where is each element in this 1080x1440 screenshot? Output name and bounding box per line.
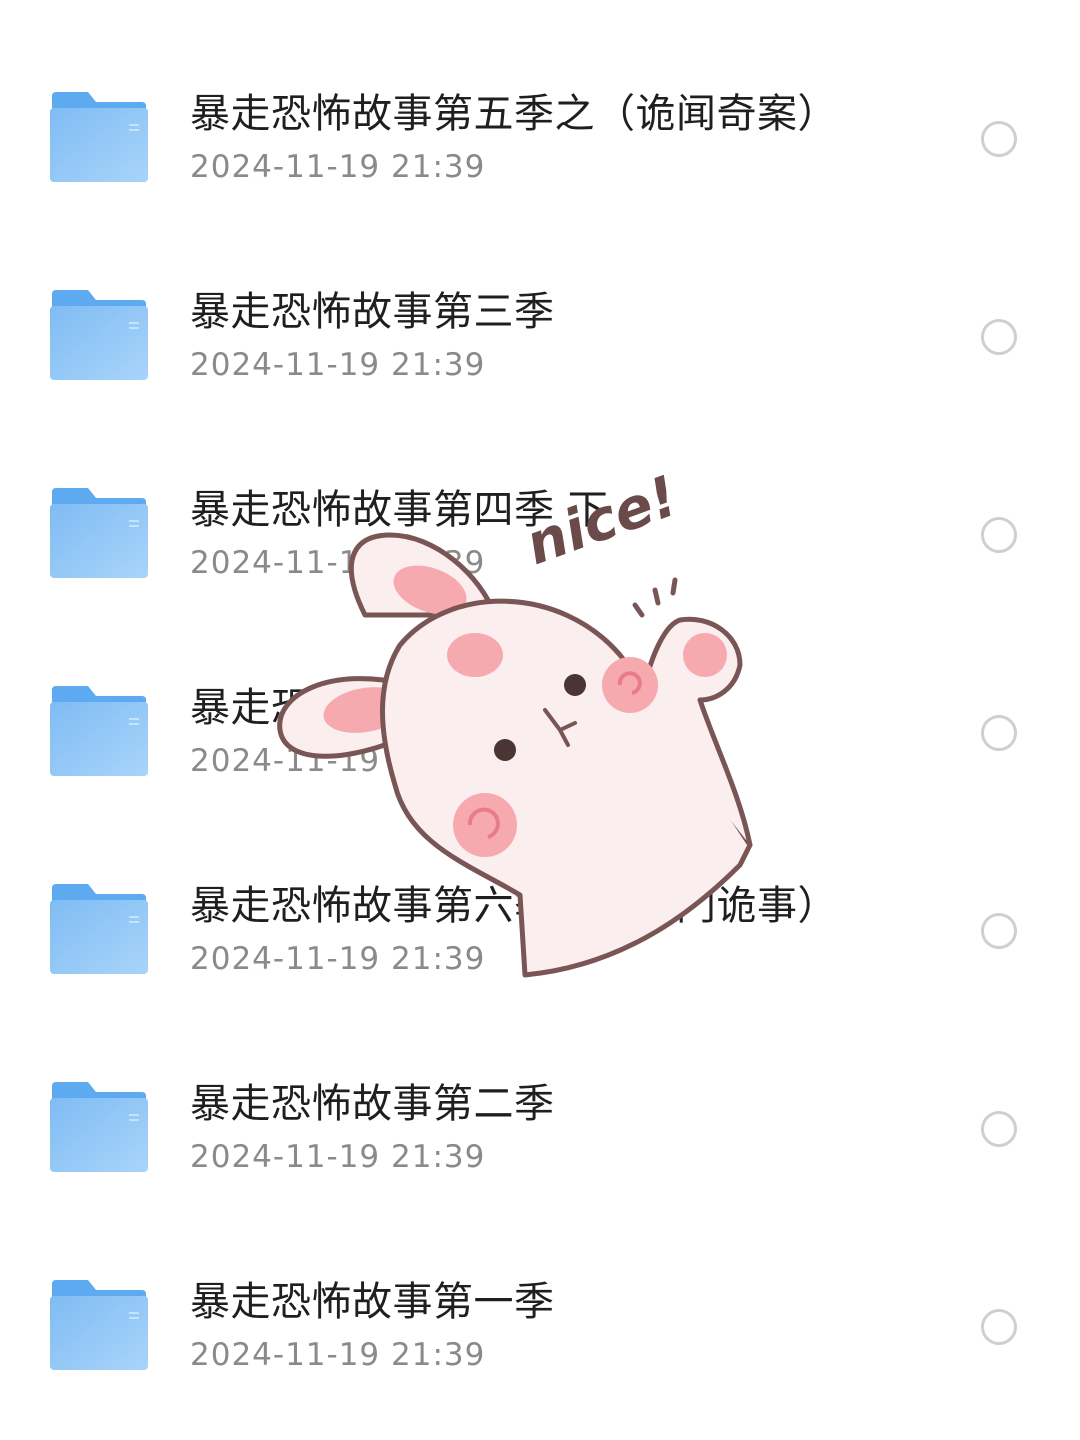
file-title: 暴走恐怖故事第五季之（诡闻奇案） xyxy=(190,91,838,137)
select-radio[interactable] xyxy=(981,1111,1017,1147)
folder-icon xyxy=(50,1082,148,1172)
folder-icon xyxy=(50,290,148,380)
folder-icon xyxy=(50,686,148,776)
list-item[interactable]: 暴走恐怖故事第五季之（诡闻奇案） 2024-11-19 21:39 xyxy=(0,40,1080,238)
list-item[interactable]: 暴走恐怖故事第三季 2024-11-19 21:39 xyxy=(0,238,1080,436)
file-date: 2024-11-19 21:39 xyxy=(190,1337,486,1373)
file-date: 2024-11-19 21:39 xyxy=(190,347,486,383)
file-title: 暴走恐怖故事第二季 xyxy=(190,1081,555,1127)
select-radio[interactable] xyxy=(981,913,1017,949)
file-date: 2024-11-19 21:39 xyxy=(190,1139,486,1175)
folder-icon xyxy=(50,1280,148,1370)
folder-icon xyxy=(50,488,148,578)
select-radio[interactable] xyxy=(981,121,1017,157)
select-radio[interactable] xyxy=(981,517,1017,553)
folder-icon xyxy=(50,92,148,182)
list-item[interactable]: 暴走恐怖故事第一季 2024-11-19 21:39 xyxy=(0,1228,1080,1426)
sticker-caption: nice! xyxy=(518,465,687,578)
select-radio[interactable] xyxy=(981,319,1017,355)
file-title: 暴走恐怖故事第三季 xyxy=(190,289,555,335)
file-title: 暴走恐怖故事第一季 xyxy=(190,1279,555,1325)
list-item[interactable]: 暴走恐怖故事第二季 2024-11-19 21:39 xyxy=(0,1030,1080,1228)
select-radio[interactable] xyxy=(981,715,1017,751)
bunny-sticker: nice! xyxy=(277,465,753,978)
select-radio[interactable] xyxy=(981,1309,1017,1345)
folder-icon xyxy=(50,884,148,974)
file-date: 2024-11-19 21:39 xyxy=(190,149,486,185)
